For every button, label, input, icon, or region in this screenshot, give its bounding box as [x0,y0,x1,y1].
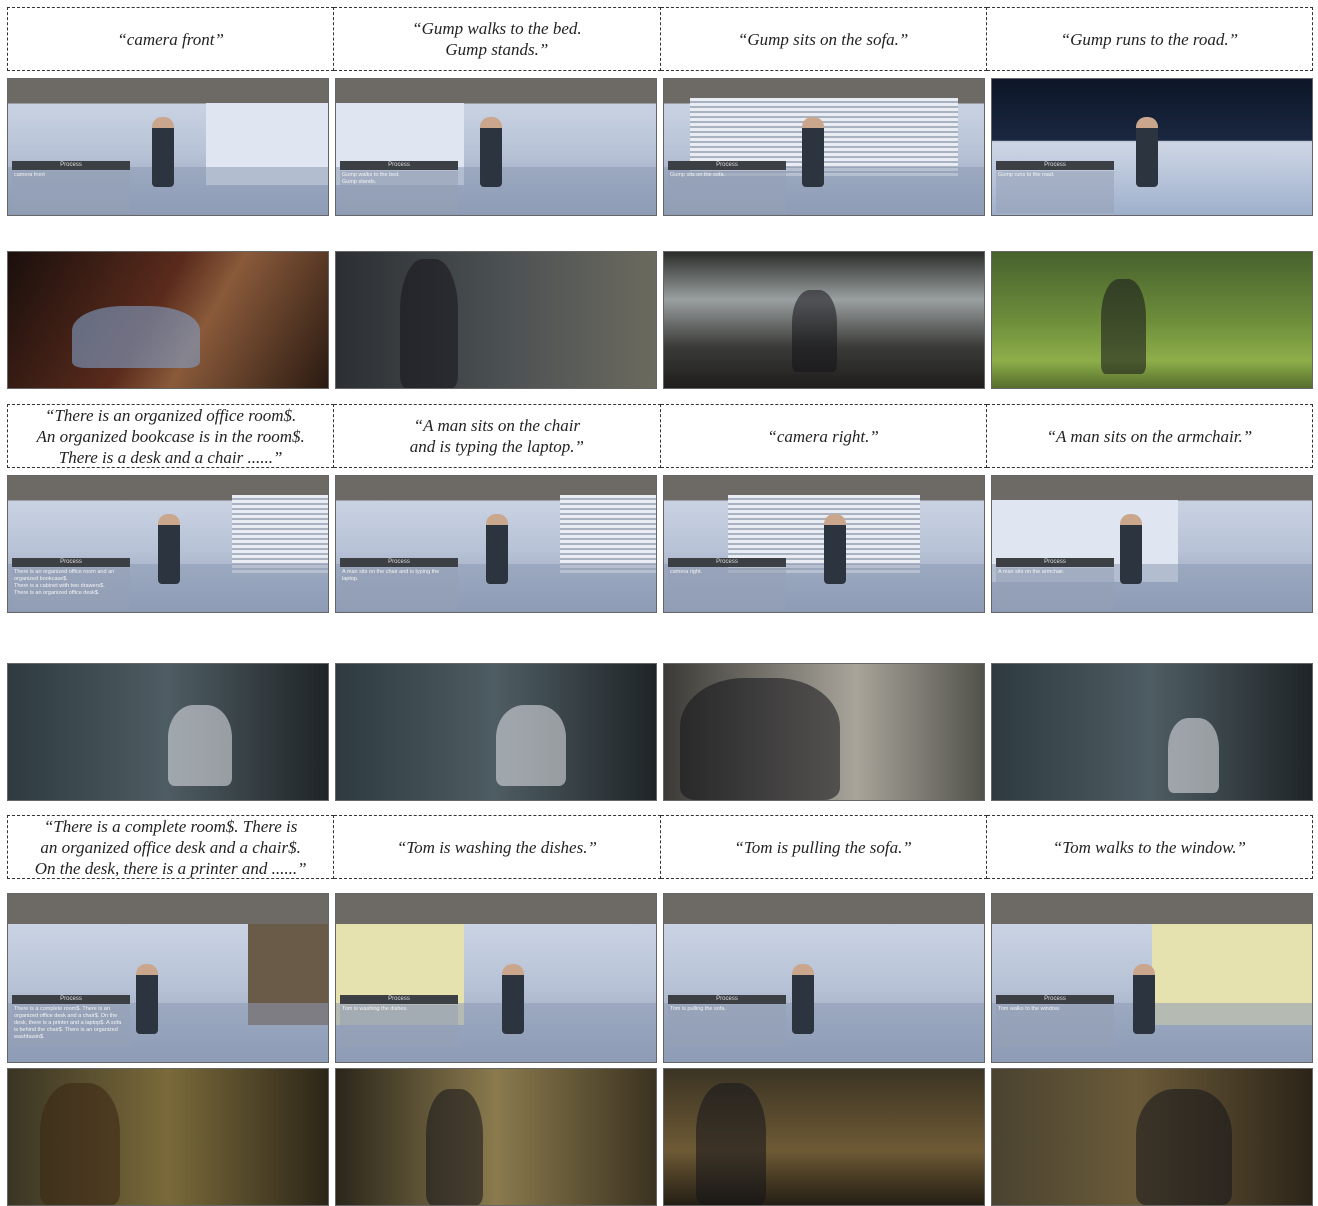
film-still [991,1068,1313,1206]
process-text: camera front [14,171,45,178]
caption-row-2: “There is an organized office room$. An … [7,404,1313,468]
render-image: Process Gump sits on the sofa. [663,78,985,216]
process-text: Gump sits on the sofa. [670,171,726,178]
process-label: Process [716,995,738,1002]
process-text: camera right. [670,568,703,575]
process-label: Process [60,995,82,1002]
caption: “camera front” [7,7,335,71]
film-still [991,251,1313,389]
process-label: Process [1044,995,1066,1002]
render-image: Process Gump runs to the road. [991,78,1313,216]
process-label: Process [1044,161,1066,168]
caption: “camera right.” [660,404,987,468]
render-image: Process Tom is pulling the sofa. [663,893,985,1063]
film-still [663,1068,985,1206]
process-text: Gump walks to the bed. Gump stands. [342,171,400,185]
render-image: Process A man sits on the chair and is t… [335,475,657,613]
film-still [7,663,329,801]
caption: “Tom is pulling the sofa.” [660,815,987,879]
process-text: Tom is pulling the sofa. [670,1005,726,1012]
caption: “Tom is washing the dishes.” [334,815,661,879]
render-image: Process camera front [7,78,329,216]
render-image: Process Tom is washing the dishes. [335,893,657,1063]
film-still [7,251,329,389]
render-image: Process There is a complete room$. There… [7,893,329,1063]
render-image: Process A man sits on the armchair. [991,475,1313,613]
render-image: Process Gump walks to the bed. Gump stan… [335,78,657,216]
render-image: Process There is an organized office roo… [7,475,329,613]
film-row-3 [7,1068,1313,1206]
process-label: Process [388,161,410,168]
process-text: A man sits on the chair and is typing th… [342,568,440,582]
render-image: Process camera right. [663,475,985,613]
film-still [7,1068,329,1206]
process-label: Process [716,161,738,168]
process-text: Tom is washing the dishes. [342,1005,408,1012]
render-row-2: Process There is an organized office roo… [7,475,1313,613]
process-label: Process [60,161,82,168]
process-label: Process [1044,558,1066,565]
film-still [335,251,657,389]
process-text: There is a complete room$. There is an o… [14,1005,122,1040]
process-text: Tom walks to the window. [998,1005,1061,1012]
film-row-1 [7,251,1313,389]
caption: “A man sits on the chair and is typing t… [334,404,661,468]
process-label: Process [60,558,82,565]
film-still [335,663,657,801]
render-row-1: Process camera front Process Gump walks … [7,78,1313,216]
process-label: Process [716,558,738,565]
caption: “Gump runs to the road.” [986,7,1313,71]
film-row-2 [7,663,1313,801]
film-still [663,251,985,389]
caption-row-1: “camera front” “Gump walks to the bed. G… [7,7,1313,71]
render-row-3: Process There is a complete room$. There… [7,893,1313,1063]
film-still [335,1068,657,1206]
film-still [991,663,1313,801]
caption: “There is a complete room$. There is an … [7,815,335,879]
process-label: Process [388,995,410,1002]
caption-row-3: “There is a complete room$. There is an … [7,815,1313,879]
process-label: Process [388,558,410,565]
caption: “A man sits on the armchair.” [986,404,1313,468]
process-text: Gump runs to the road. [998,171,1055,178]
process-text: A man sits on the armchair. [998,568,1065,575]
caption: “There is an organized office room$. An … [7,404,335,468]
caption: “Gump sits on the sofa.” [660,7,987,71]
render-image: Process Tom walks to the window. [991,893,1313,1063]
caption: “Tom walks to the window.” [986,815,1313,879]
process-text: There is an organized office room and an… [14,568,115,596]
caption: “Gump walks to the bed. Gump stands.” [334,7,661,71]
film-still [663,663,985,801]
